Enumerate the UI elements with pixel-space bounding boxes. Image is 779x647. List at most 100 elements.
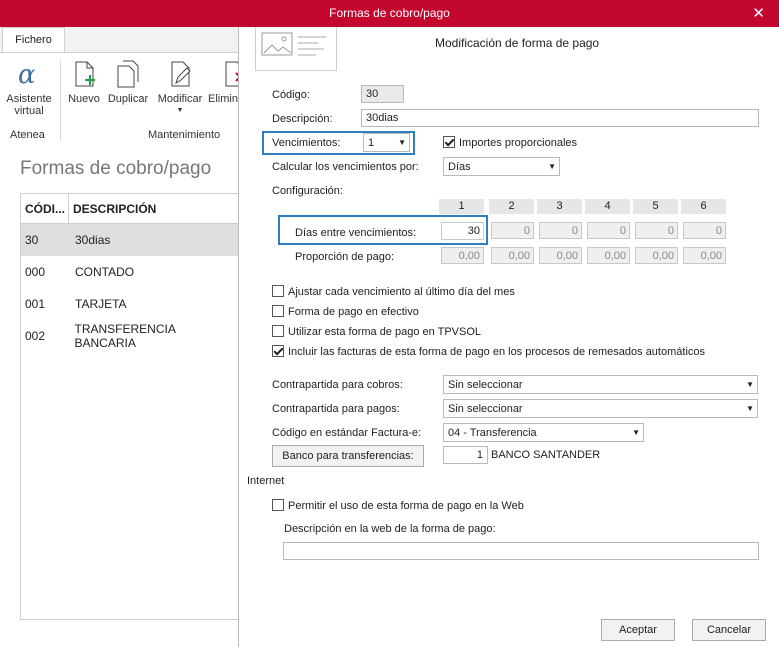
codigo-field[interactable]: 30 [361, 85, 404, 103]
permitir-label: Permitir el uso de esta forma de pago en… [288, 500, 524, 512]
banco-button[interactable]: Banco para transferencias: [272, 445, 424, 467]
efectivo-checkbox[interactable] [272, 305, 284, 317]
table-row[interactable]: 002 TRANSFERENCIA BANCARIA [21, 320, 238, 352]
row-code: 002 [25, 329, 46, 343]
contra-pagos-select[interactable]: Sin seleccionar ▼ [443, 399, 758, 418]
tpvsol-label: Utilizar esta forma de pago en TPVSOL [288, 326, 482, 338]
factura-value: 04 - Transferencia [448, 427, 537, 439]
col-header: 5 [633, 199, 678, 214]
table-row[interactable]: 000 CONTADO [21, 256, 238, 288]
descripcion-field[interactable]: 30dias [361, 109, 759, 127]
calcular-select[interactable]: Días ▼ [443, 157, 560, 176]
desc-web-field[interactable] [283, 542, 759, 560]
dias-cell[interactable]: 0 [587, 222, 630, 239]
contra-cobros-select[interactable]: Sin seleccionar ▼ [443, 375, 758, 394]
proporcion-cell[interactable]: 0,00 [587, 247, 630, 264]
dias-cell[interactable]: 0 [491, 222, 534, 239]
factura-select[interactable]: 04 - Transferencia ▼ [443, 423, 644, 442]
col-header: 3 [537, 199, 582, 214]
banco-number-field[interactable]: 1 [443, 446, 488, 464]
importes-label: Importes proporcionales [459, 137, 578, 149]
asistente-virtual-button[interactable]: α Asistente virtual [4, 59, 54, 117]
col-header: 1 [439, 199, 484, 214]
row-code: 30 [25, 233, 39, 247]
col-header: 2 [489, 199, 534, 214]
row-desc: CONTADO [75, 265, 135, 279]
modify-dialog: Modificación de forma de pago Código: 30… [238, 27, 779, 647]
aceptar-button[interactable]: Aceptar [601, 619, 675, 641]
proporcion-cell[interactable]: 0,00 [635, 247, 678, 264]
grid-header: CÓDI... DESCRIPCIÓN [21, 194, 238, 224]
ajustar-label: Ajustar cada vencimiento al último día d… [288, 286, 515, 298]
incluir-checkbox[interactable] [272, 345, 284, 357]
duplicar-button[interactable]: Duplicar [104, 59, 152, 105]
contra-pagos-value: Sin seleccionar [448, 403, 523, 415]
eliminar-button[interactable]: Elimin [208, 59, 238, 105]
calcular-value: Días [448, 161, 471, 173]
eliminar-label: Elimin [208, 93, 238, 105]
proporcion-cell[interactable]: 0,00 [683, 247, 726, 264]
table-row[interactable]: 30 30dias [21, 224, 238, 256]
vencimientos-select[interactable]: 1 ▼ [363, 133, 410, 152]
dialog-title: Modificación de forma de pago [435, 36, 600, 50]
descripcion-label: Descripción: [272, 113, 333, 125]
edit-document-icon [171, 61, 191, 87]
col-header: 4 [585, 199, 630, 214]
dias-cell[interactable]: 0 [539, 222, 582, 239]
importes-checkbox[interactable] [443, 136, 455, 148]
alpha-icon: α [18, 60, 36, 89]
col-header: 6 [681, 199, 726, 214]
banco-name: BANCO SANTANDER [491, 449, 601, 461]
contra-cobros-label: Contrapartida para cobros: [272, 379, 403, 391]
dias-cell[interactable]: 0 [635, 222, 678, 239]
chevron-down-icon: ▼ [746, 404, 754, 413]
chevron-down-icon: ▼ [632, 428, 640, 437]
ajustar-checkbox[interactable] [272, 285, 284, 297]
cancelar-button[interactable]: Cancelar [692, 619, 766, 641]
svg-text:α: α [18, 60, 36, 89]
contra-cobros-value: Sin seleccionar [448, 379, 523, 391]
dias-cell[interactable]: 0 [683, 222, 726, 239]
desc-web-label: Descripción en la web de la forma de pag… [284, 523, 496, 535]
permitir-checkbox[interactable] [272, 499, 284, 511]
row-desc: TARJETA [75, 297, 127, 311]
tpvsol-checkbox[interactable] [272, 325, 284, 337]
col-code-header[interactable]: CÓDI... [21, 194, 69, 223]
internet-section-label: Internet [247, 475, 285, 487]
chevron-down-icon: ▼ [746, 380, 754, 389]
configuracion-label: Configuración: [272, 185, 343, 197]
image-card-icon [261, 32, 326, 56]
payment-methods-grid: CÓDI... DESCRIPCIÓN 30 30dias 000 CONTADO … [20, 193, 238, 620]
row-code: 001 [25, 297, 46, 311]
row-desc: 30dias [75, 233, 111, 247]
proporcion-label: Proporción de pago: [295, 251, 395, 263]
tab-fichero[interactable]: Fichero [2, 27, 65, 52]
dias-cell[interactable]: 30 [441, 222, 484, 240]
contra-pagos-label: Contrapartida para pagos: [272, 403, 400, 415]
col-desc-header[interactable]: DESCRIPCIÓN [69, 194, 156, 223]
asistente-label: Asistente virtual [6, 93, 52, 117]
proporcion-cell[interactable]: 0,00 [539, 247, 582, 264]
proporcion-cell[interactable]: 0,00 [441, 247, 484, 264]
modificar-label: Modificar [157, 93, 203, 105]
row-desc: TRANSFERENCIA BANCARIA [74, 322, 176, 350]
chevron-down-icon[interactable]: ▼ [154, 107, 206, 114]
nuevo-button[interactable]: Nuevo [66, 59, 102, 105]
new-document-icon [75, 61, 95, 87]
table-row[interactable]: 001 TARJETA [21, 288, 238, 320]
image-placeholder [255, 27, 337, 71]
dias-label: Días entre vencimientos: [295, 227, 417, 239]
separator [60, 61, 61, 141]
factura-label: Código en estándar Factura-e: [272, 427, 422, 439]
list-title: Formas de cobro/pago [20, 158, 212, 179]
duplicar-label: Duplicar [107, 93, 149, 105]
window-title: Formas de cobro/pago [329, 6, 450, 20]
modificar-button[interactable]: Modificar ▼ [154, 59, 206, 114]
proporcion-cell[interactable]: 0,00 [491, 247, 534, 264]
row-code: 000 [25, 265, 46, 279]
chevron-down-icon: ▼ [398, 138, 406, 147]
group-atenea: Atenea [10, 129, 45, 141]
codigo-label: Código: [272, 89, 310, 101]
close-icon[interactable]: ✕ [752, 0, 765, 27]
group-mantenimiento: Mantenimiento [148, 129, 221, 141]
